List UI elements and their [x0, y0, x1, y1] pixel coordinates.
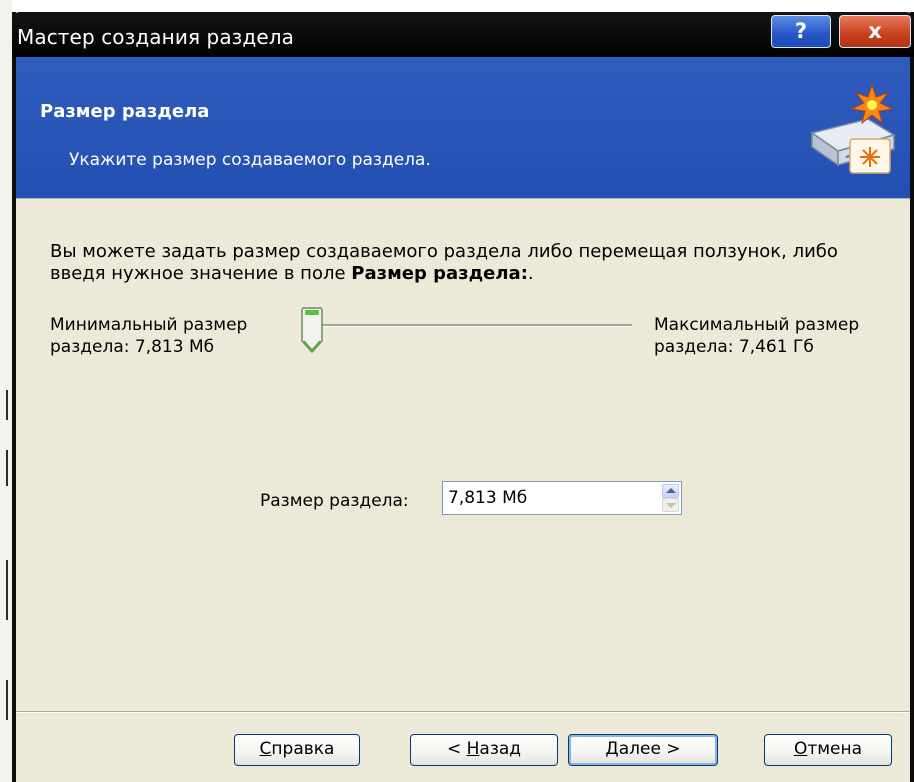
- description-text: Вы можете задать размер создаваемого раз…: [50, 241, 890, 285]
- back-button-label: азад: [479, 739, 522, 759]
- background-line: [6, 450, 8, 486]
- back-button-accel: Н: [466, 739, 480, 759]
- window-title: Мастер создания раздела: [17, 25, 294, 49]
- help-button[interactable]: Справка: [234, 734, 360, 766]
- size-slider-thumb[interactable]: [300, 307, 324, 353]
- max-size-label: Максимальный размер раздела: 7,461 Гб: [654, 314, 859, 358]
- header-subtitle: Укажите размер создаваемого раздела.: [69, 150, 431, 170]
- spin-up-arrow-icon[interactable]: [662, 484, 679, 498]
- min-size-label: Минимальный размер раздела: 7,813 Мб: [50, 314, 247, 358]
- size-slider-track[interactable]: [302, 324, 632, 327]
- disk-wizard-icon: [810, 83, 896, 174]
- next-button-label: алее >: [618, 739, 681, 759]
- size-spinner[interactable]: [662, 484, 679, 512]
- next-button-accel: Д: [605, 739, 619, 759]
- next-button[interactable]: Далее >: [568, 734, 718, 766]
- question-icon: ?: [794, 19, 808, 43]
- title-bar[interactable]: Мастер создания раздела ? x: [12, 12, 914, 57]
- min-size-label-line2: раздела: 7,813 Мб: [50, 337, 215, 357]
- close-button[interactable]: x: [839, 15, 911, 48]
- header-title: Размер раздела: [40, 101, 210, 122]
- description-bold-field-name: Размер раздела:: [351, 263, 528, 284]
- background-line: [6, 560, 8, 620]
- cancel-button[interactable]: Отмена: [764, 734, 892, 766]
- close-icon: x: [868, 19, 882, 43]
- window-frame-right: [910, 12, 914, 782]
- help-button-label: правка: [271, 739, 335, 759]
- background-line: [6, 680, 8, 720]
- partition-size-value[interactable]: 7,813 Мб: [448, 488, 527, 508]
- max-size-label-line2: раздела: 7,461 Гб: [654, 337, 814, 357]
- wizard-content: Вы можете задать размер создаваемого раз…: [16, 199, 910, 711]
- cancel-button-label: тмена: [807, 739, 863, 759]
- back-button-prefix: <: [446, 739, 467, 759]
- cancel-button-accel: О: [793, 739, 808, 759]
- help-button-accel: С: [259, 739, 272, 759]
- help-title-button[interactable]: ?: [771, 15, 831, 48]
- max-size-label-line1: Максимальный размер: [654, 315, 860, 335]
- background-line: [6, 390, 8, 420]
- back-button[interactable]: < Назад: [410, 734, 558, 766]
- footer-separator-highlight: [16, 712, 910, 713]
- background-edge: [0, 0, 12, 782]
- partition-size-label: Размер раздела:: [260, 491, 409, 511]
- min-size-label-line1: Минимальный размер: [50, 315, 248, 335]
- spin-down-arrow-icon[interactable]: [662, 498, 679, 512]
- partition-size-input[interactable]: 7,813 Мб: [442, 481, 682, 515]
- description-text-end: .: [527, 263, 534, 284]
- wizard-header: Размер раздела Укажите размер создаваемо…: [16, 57, 910, 199]
- wizard-window: Мастер создания раздела ? x Размер разде…: [12, 12, 914, 782]
